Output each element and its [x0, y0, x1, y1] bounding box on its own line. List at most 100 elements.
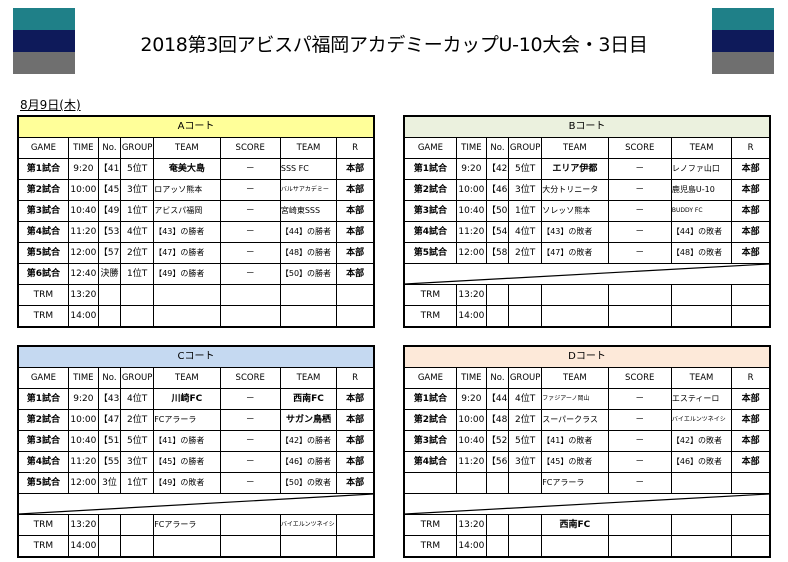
cell-game: 第2試合 — [17, 179, 69, 201]
column-header-team-away: TEAM — [670, 367, 733, 389]
cell-team-away: 【48】の勝者 — [279, 242, 338, 264]
cell-time: 12:40 — [67, 263, 99, 285]
column-header-time: TIME — [67, 367, 99, 389]
cell-game: 第4試合 — [17, 451, 69, 473]
cell-team-home: 【41】の勝者 — [153, 430, 221, 452]
column-header-team-home: TEAM — [153, 367, 221, 389]
divider-cell — [17, 493, 375, 515]
cell-team-away: レノファ山口 — [670, 158, 733, 180]
cell-time: 10:40 — [67, 200, 99, 222]
cell-match-no: 【44】 — [485, 388, 510, 410]
cell-group: 3位T — [508, 179, 543, 201]
cell-team-home: 【45】の勝者 — [153, 451, 221, 473]
cell-group: 1位T — [508, 200, 543, 222]
column-header-time: TIME — [67, 137, 99, 159]
cell-game: TRM — [403, 535, 457, 558]
cell-time: 10:40 — [455, 430, 487, 452]
cell-time: 14:00 — [455, 305, 487, 328]
match-row: 第3試合10:40【50】1位Tソレッソ熊本－BUDDY FC本部 — [403, 200, 771, 222]
cell-team-away: 【46】の勝者 — [279, 451, 338, 473]
cell-score: － — [607, 409, 672, 431]
cell-time: 13:20 — [455, 284, 487, 306]
cell-team-home: 【47】の敗者 — [541, 242, 609, 264]
cell-team-home: ファジアーノ岡山 — [541, 388, 609, 410]
cell-group: 3位T — [508, 451, 543, 473]
cell-group: 4位T — [120, 388, 155, 410]
trm-row: TRM 14:00 — [403, 305, 771, 328]
cell-team-home: ソレッソ熊本 — [541, 200, 609, 222]
flag-stripe-gray — [13, 52, 75, 74]
cell-game: 第5試合 — [17, 472, 69, 494]
cell-team-away — [279, 305, 338, 328]
cell-time: 10:00 — [455, 179, 487, 201]
cell-match-no: 【46】 — [485, 179, 510, 201]
column-header-team-away: TEAM — [279, 367, 338, 389]
flag-decoration-right — [712, 8, 774, 74]
cell-match-no: 【42】 — [485, 158, 510, 180]
match-row: 第4試合11:20【56】3位T【45】の敗者－【46】の敗者本部 — [403, 451, 771, 473]
match-row: 第5試合12:00【57】2位T【47】の勝者－【48】の勝者本部 — [17, 242, 375, 264]
cell-team-home — [541, 284, 609, 306]
cell-time: 14:00 — [67, 535, 99, 558]
cell-group: 4位T — [120, 221, 155, 243]
column-header-score: SCORE — [219, 137, 281, 159]
cell-game: 第1試合 — [403, 388, 457, 410]
column-header-team-away: TEAM — [279, 137, 338, 159]
court-d-table: Dコート GAME TIME No. GROUP TEAM SCORE TEAM R 第1試合 9:… — [403, 345, 771, 558]
match-row: 第2試合10:00【48】2位Tスーパークラス－バイエルンツネイシ本部 — [403, 409, 771, 431]
cell-group: 2位T — [508, 242, 543, 264]
cell-time: 12:00 — [67, 472, 99, 494]
cell-group: 5位T — [508, 158, 543, 180]
match-row: 第4試合11:20【55】3位T【45】の勝者－【46】の勝者本部 — [17, 451, 375, 473]
match-row: 第2試合10:00【47】2位TFCアラーラ－サガン鳥栖本部 — [17, 409, 375, 431]
cell-team-away — [279, 284, 338, 306]
cell-time: 14:00 — [455, 535, 487, 558]
trm-row: TRM 13:20 FCアラーラ バイエルンツネイシ — [17, 514, 375, 536]
cell-match-no: 【41】 — [97, 158, 122, 180]
cell-score: － — [219, 200, 281, 222]
column-header-team-away: TEAM — [670, 137, 733, 159]
cell-group: 1位T — [120, 200, 155, 222]
cell-team-home: 【49】の勝者 — [153, 263, 221, 285]
cell-team-away — [670, 514, 733, 536]
cell-team-home: ロアッソ熊本 — [153, 179, 221, 201]
cell-match-no — [485, 472, 510, 494]
divider-row — [403, 493, 771, 515]
cell-team-home — [153, 284, 221, 306]
match-row: 第4試合11:20【54】4位T【43】の敗者－【44】の敗者本部 — [403, 221, 771, 243]
cell-game: TRM — [403, 305, 457, 328]
column-header-match-no: No. — [97, 367, 122, 389]
match-row: 第6試合 12:40 決勝 1位T 【49】の勝者－【50】の勝者 本部 — [17, 263, 375, 285]
cell-team-away — [670, 305, 733, 328]
cell-time: 10:00 — [67, 409, 99, 431]
cell-time: 12:00 — [455, 242, 487, 264]
cell-group — [508, 535, 543, 558]
schedule-date: 8月9日(木) — [20, 98, 81, 112]
cell-group: 4位T — [508, 388, 543, 410]
cell-team-home: エリア伊都 — [541, 158, 609, 180]
cell-score: － — [607, 200, 672, 222]
court-name: Cコート — [17, 345, 375, 368]
trm-row: TRM 14:00 — [17, 305, 375, 328]
cell-score — [219, 514, 281, 536]
cell-match-no — [485, 535, 510, 558]
cell-referee — [731, 305, 771, 328]
flag-decoration-left — [13, 8, 75, 74]
match-row: FCアラーラ－ — [403, 472, 771, 494]
column-header-match-no: No. — [485, 137, 510, 159]
column-header-row: GAME TIME No. GROUP TEAM SCORE TEAM R — [17, 367, 375, 389]
match-row: 第5試合12:00【58】2位T【47】の敗者－【48】の敗者本部 — [403, 242, 771, 264]
trm-row: TRM 14:00 — [17, 535, 375, 558]
match-row: 第1試合9:20【41】5位T奄美大島－SSS FC本部 — [17, 158, 375, 180]
cell-time: 10:00 — [455, 409, 487, 431]
cell-game: 第2試合 — [17, 409, 69, 431]
cell-game: TRM — [17, 284, 69, 306]
cell-team-away: サガン鳥栖 — [279, 409, 338, 431]
cell-score: － — [607, 221, 672, 243]
trm-row: TRM 13:20 西南FC — [403, 514, 771, 536]
cell-score: － — [219, 451, 281, 473]
court-header-row: Bコート — [403, 115, 771, 138]
cell-time: 13:20 — [67, 284, 99, 306]
cell-score: － — [607, 179, 672, 201]
court-header-row: Dコート — [403, 345, 771, 368]
